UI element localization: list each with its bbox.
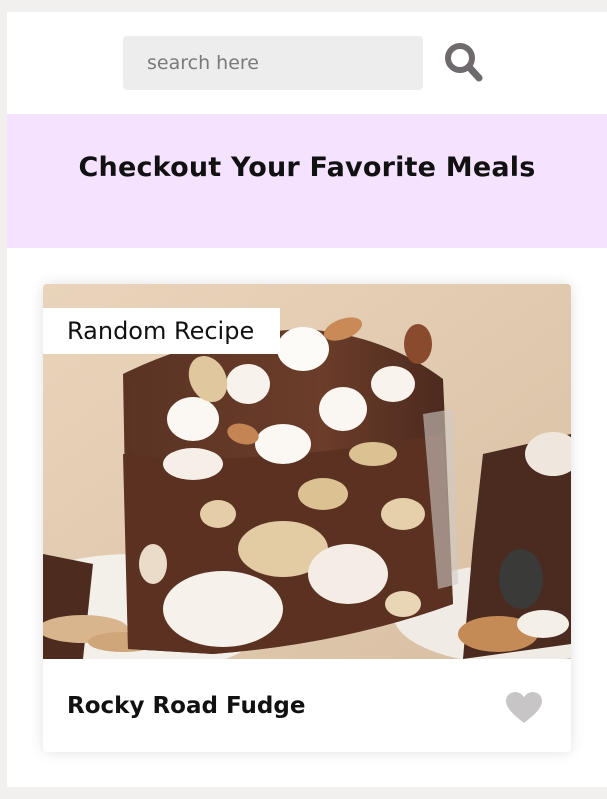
search-button[interactable] [441, 40, 487, 86]
recipe-title[interactable]: Rocky Road Fudge [67, 693, 305, 719]
search-icon [445, 43, 483, 82]
search-input[interactable] [123, 36, 423, 90]
app-container: Checkout Your Favorite Meals [7, 12, 607, 787]
heart-icon [506, 692, 542, 723]
random-recipe-tag: Random Recipe [43, 308, 280, 354]
card-footer: Rocky Road Fudge [43, 659, 571, 752]
recipe-card[interactable]: Random Recipe Rocky Road Fudge [43, 284, 571, 752]
page-title: Checkout Your Favorite Meals [78, 152, 536, 183]
banner: Checkout Your Favorite Meals [7, 114, 607, 248]
search-bar [7, 12, 607, 114]
favorite-button[interactable] [505, 691, 543, 725]
